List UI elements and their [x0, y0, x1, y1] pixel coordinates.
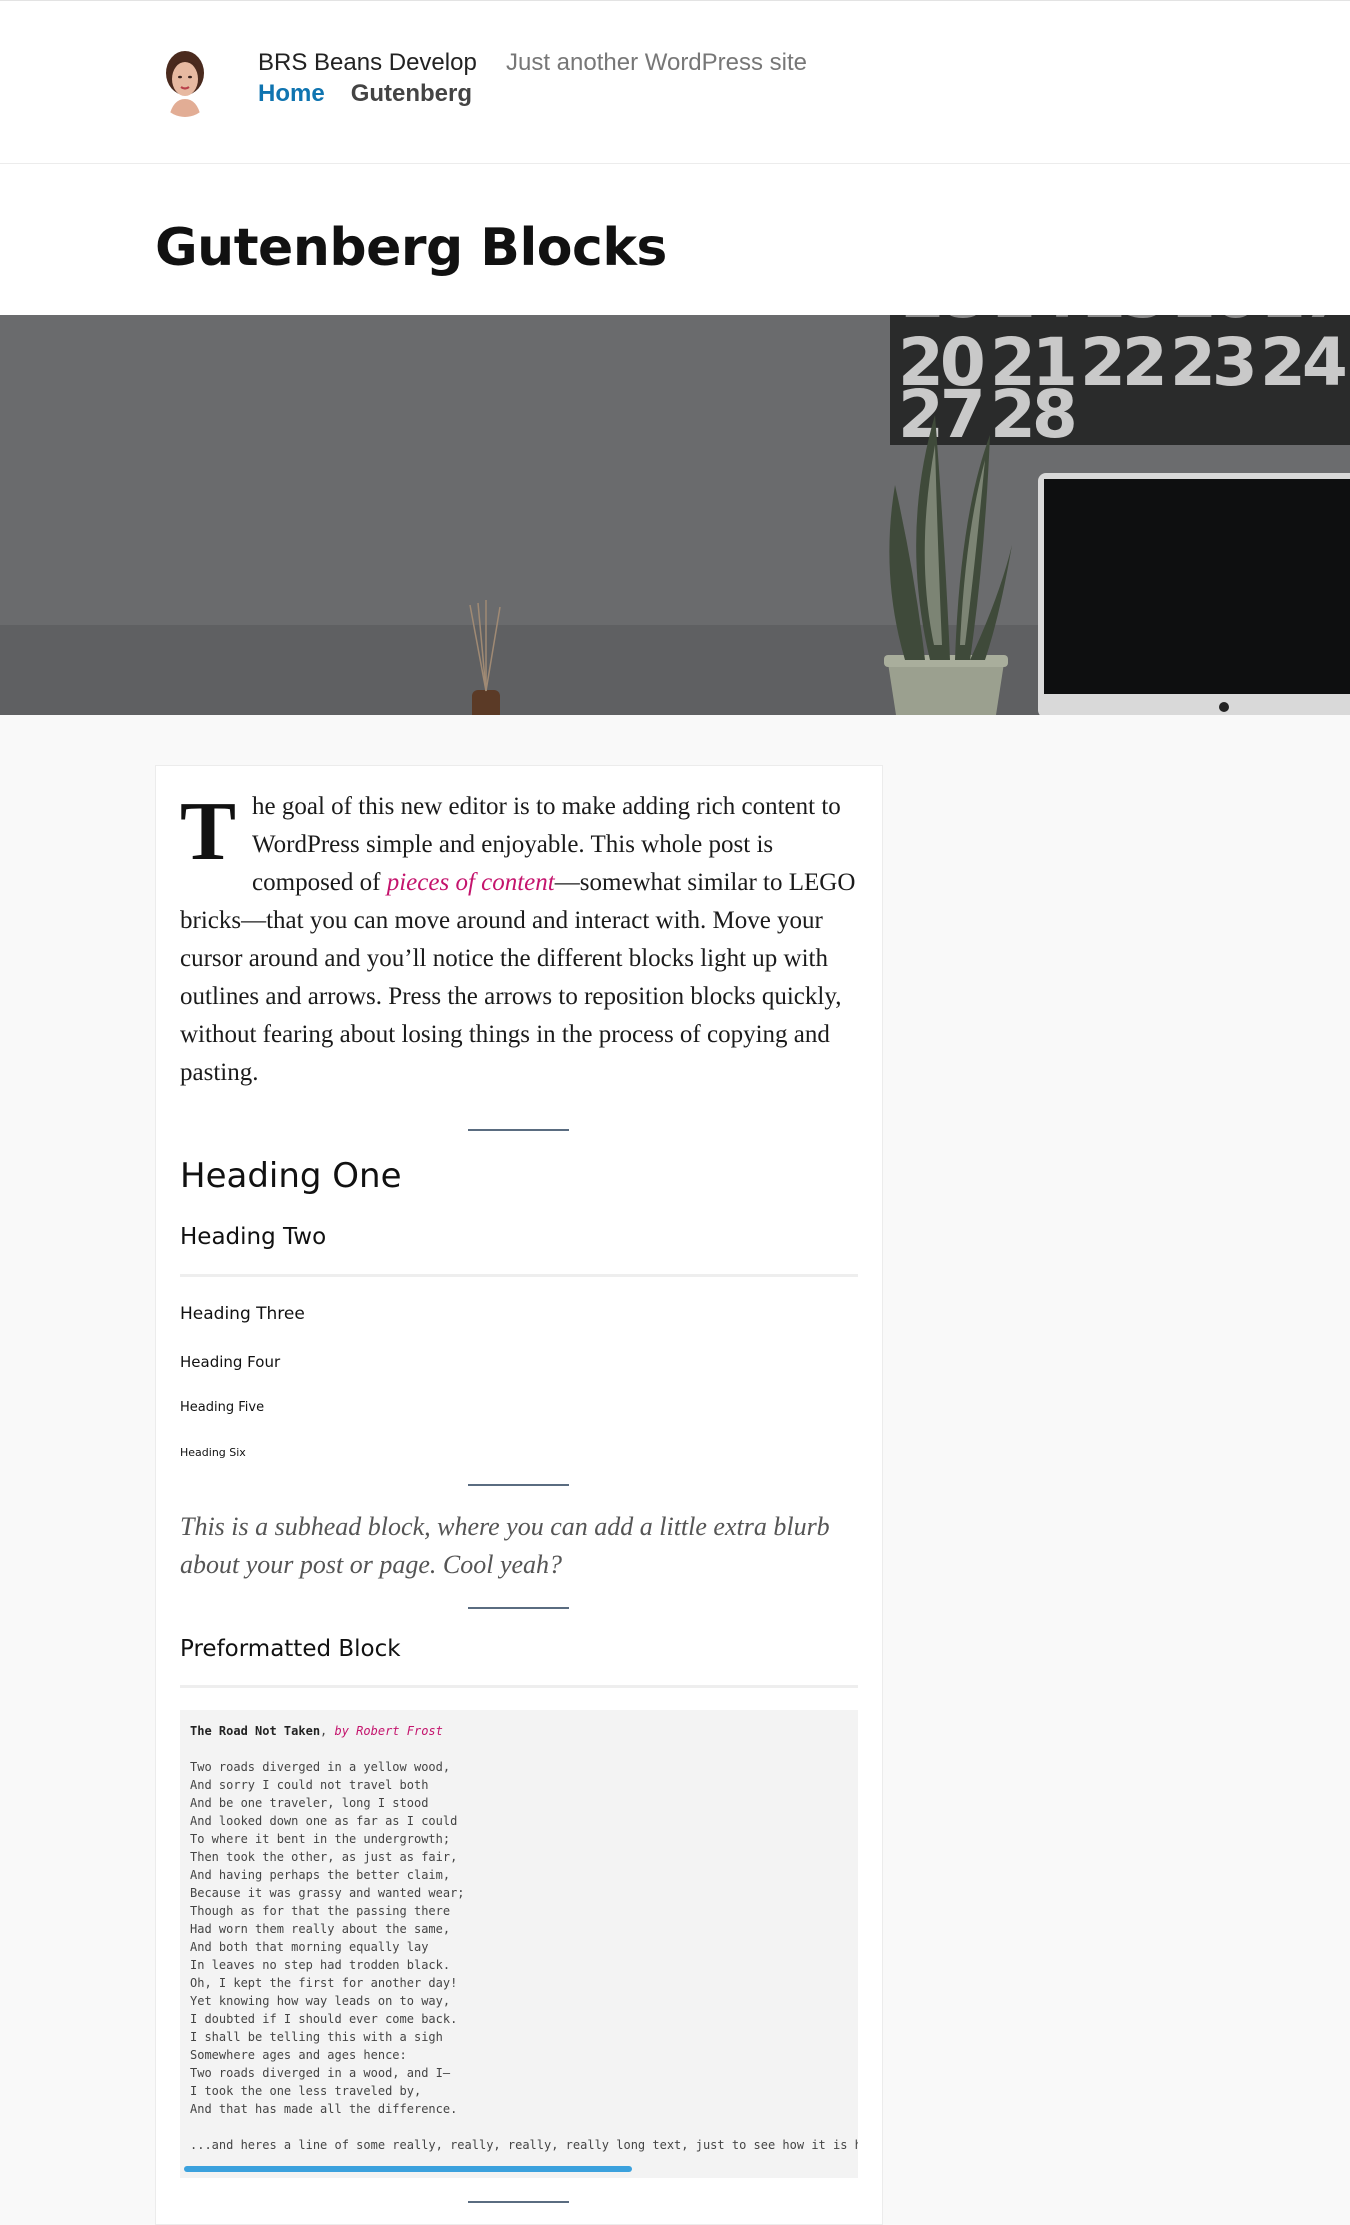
heading-three: Heading Three — [180, 1304, 305, 1324]
site-title-link[interactable]: BRS Beans Develop — [258, 49, 477, 77]
heading-four: Heading Four — [180, 1353, 281, 1371]
heading-six: Heading Six — [180, 1446, 246, 1459]
heading-five: Heading Five — [180, 1400, 265, 1415]
heading-one: Heading One — [180, 1156, 402, 1196]
calendar-day: 24 — [1260, 324, 1345, 401]
horizontal-scrollbar[interactable] — [184, 2166, 632, 2172]
avatar[interactable] — [155, 45, 215, 117]
poem-title: The Road Not Taken — [190, 1724, 321, 1738]
subhead-block: This is a subhead block, where you can a… — [180, 1512, 830, 1579]
poem-long-line: ...and heres a line of some really, real… — [190, 2138, 858, 2152]
heading-rule — [180, 1685, 858, 1688]
preformatted-block[interactable]: The Road Not Taken, by Robert Frost Two … — [180, 1710, 858, 2178]
calendar-day: 23 — [1170, 324, 1254, 401]
lead-emphasis: pieces of content — [386, 869, 555, 896]
calendar-day: 22 — [1080, 324, 1164, 401]
nav-item-gutenberg[interactable]: Gutenberg — [351, 80, 472, 108]
poem-byline: by Robert Frost — [334, 1724, 443, 1738]
separator — [468, 1484, 569, 1486]
primary-nav: Home Gutenberg — [258, 80, 472, 108]
page-title: Gutenberg Blocks — [155, 218, 667, 278]
separator — [468, 1607, 569, 1609]
calendar-day: 27 — [898, 376, 982, 453]
preformatted-text: The Road Not Taken, by Robert Frost Two … — [190, 1722, 858, 2154]
poem-body: Two roads diverged in a yellow wood, And… — [190, 1760, 465, 2116]
separator — [468, 1129, 569, 1131]
site-header: BRS Beans Develop Just another WordPress… — [0, 0, 1350, 164]
lead-text-end: —somewhat similar to LEGO bricks—that yo… — [180, 869, 856, 1086]
drop-cap: T — [180, 785, 237, 878]
heading-two: Heading Two — [180, 1224, 327, 1250]
poem-byline-separator: , — [320, 1724, 335, 1738]
separator — [468, 2201, 569, 2203]
avatar-icon — [155, 45, 215, 117]
site-description: Just another WordPress site — [506, 49, 808, 76]
preformatted-heading: Preformatted Block — [180, 1636, 401, 1662]
featured-image: 18 14 15 16 17 20 21 22 23 24 27 28 — [0, 315, 1350, 715]
nav-item-home[interactable]: Home — [258, 80, 325, 108]
lead-paragraph: The goal of this new editor is to make a… — [180, 788, 860, 1092]
heading-rule — [180, 1274, 858, 1277]
calendar-day: 28 — [990, 376, 1074, 453]
